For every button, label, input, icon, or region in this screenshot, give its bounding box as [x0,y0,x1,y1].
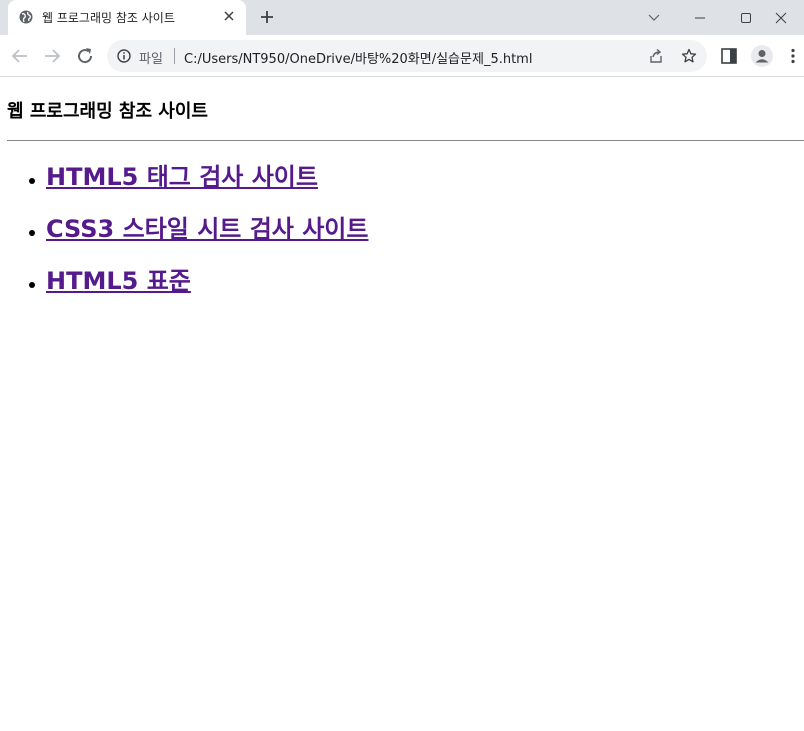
maximize-icon [741,12,751,23]
globe-icon [19,10,33,24]
close-tab-icon[interactable] [221,8,237,24]
tab-title: 웹 프로그래밍 참조 사이트 [42,11,175,25]
tab-strip: 웹 프로그래밍 참조 사이트 [0,0,804,35]
info-icon[interactable] [117,49,131,63]
person-icon [755,50,769,63]
browser-toolbar: 파일 C:/Users/NT950/OneDrive/바탕%20화면/실습문제_… [0,35,804,77]
side-panel-icon[interactable] [720,47,738,65]
back-arrow-icon[interactable] [8,44,32,68]
chevron-down-icon [648,14,660,21]
list-item: HTML5 표준 [0,264,368,316]
page-title: 웹 프로그래밍 참조 사이트 [7,101,208,122]
star-icon[interactable] [681,48,697,64]
scheme-label: 파일 [139,52,163,67]
link-list: HTML5 태그 검사 사이트 CSS3 스타일 시트 검사 사이트 HTML5… [0,160,368,316]
minimize-icon [695,17,705,18]
reload-icon[interactable] [73,44,97,68]
link-html5-standard[interactable]: HTML5 표준 [46,267,191,295]
close-icon [775,12,787,23]
link-html5-tag-checker[interactable]: HTML5 태그 검사 사이트 [46,163,318,191]
list-item: CSS3 스타일 시트 검사 사이트 [0,212,368,264]
horizontal-rule [7,140,804,141]
minimize-button[interactable] [677,0,723,35]
share-icon[interactable] [648,48,664,64]
browser-tab[interactable]: 웹 프로그래밍 참조 사이트 [8,0,246,35]
menu-kebab-icon[interactable] [784,47,802,65]
forward-arrow-icon[interactable] [40,44,64,68]
close-window-button[interactable] [758,0,804,35]
page-content: 웹 프로그래밍 참조 사이트 HTML5 태그 검사 사이트 CSS3 스타일 … [0,78,804,731]
tab-search-button[interactable] [631,0,677,35]
url-text[interactable]: C:/Users/NT950/OneDrive/바탕%20화면/실습문제_5.h… [184,48,532,67]
new-tab-icon[interactable] [258,8,276,26]
divider [174,48,175,64]
address-bar[interactable]: 파일 C:/Users/NT950/OneDrive/바탕%20화면/실습문제_… [107,40,707,72]
profile-avatar[interactable] [751,45,773,67]
link-css3-checker[interactable]: CSS3 스타일 시트 검사 사이트 [46,215,368,243]
list-item: HTML5 태그 검사 사이트 [0,160,368,212]
